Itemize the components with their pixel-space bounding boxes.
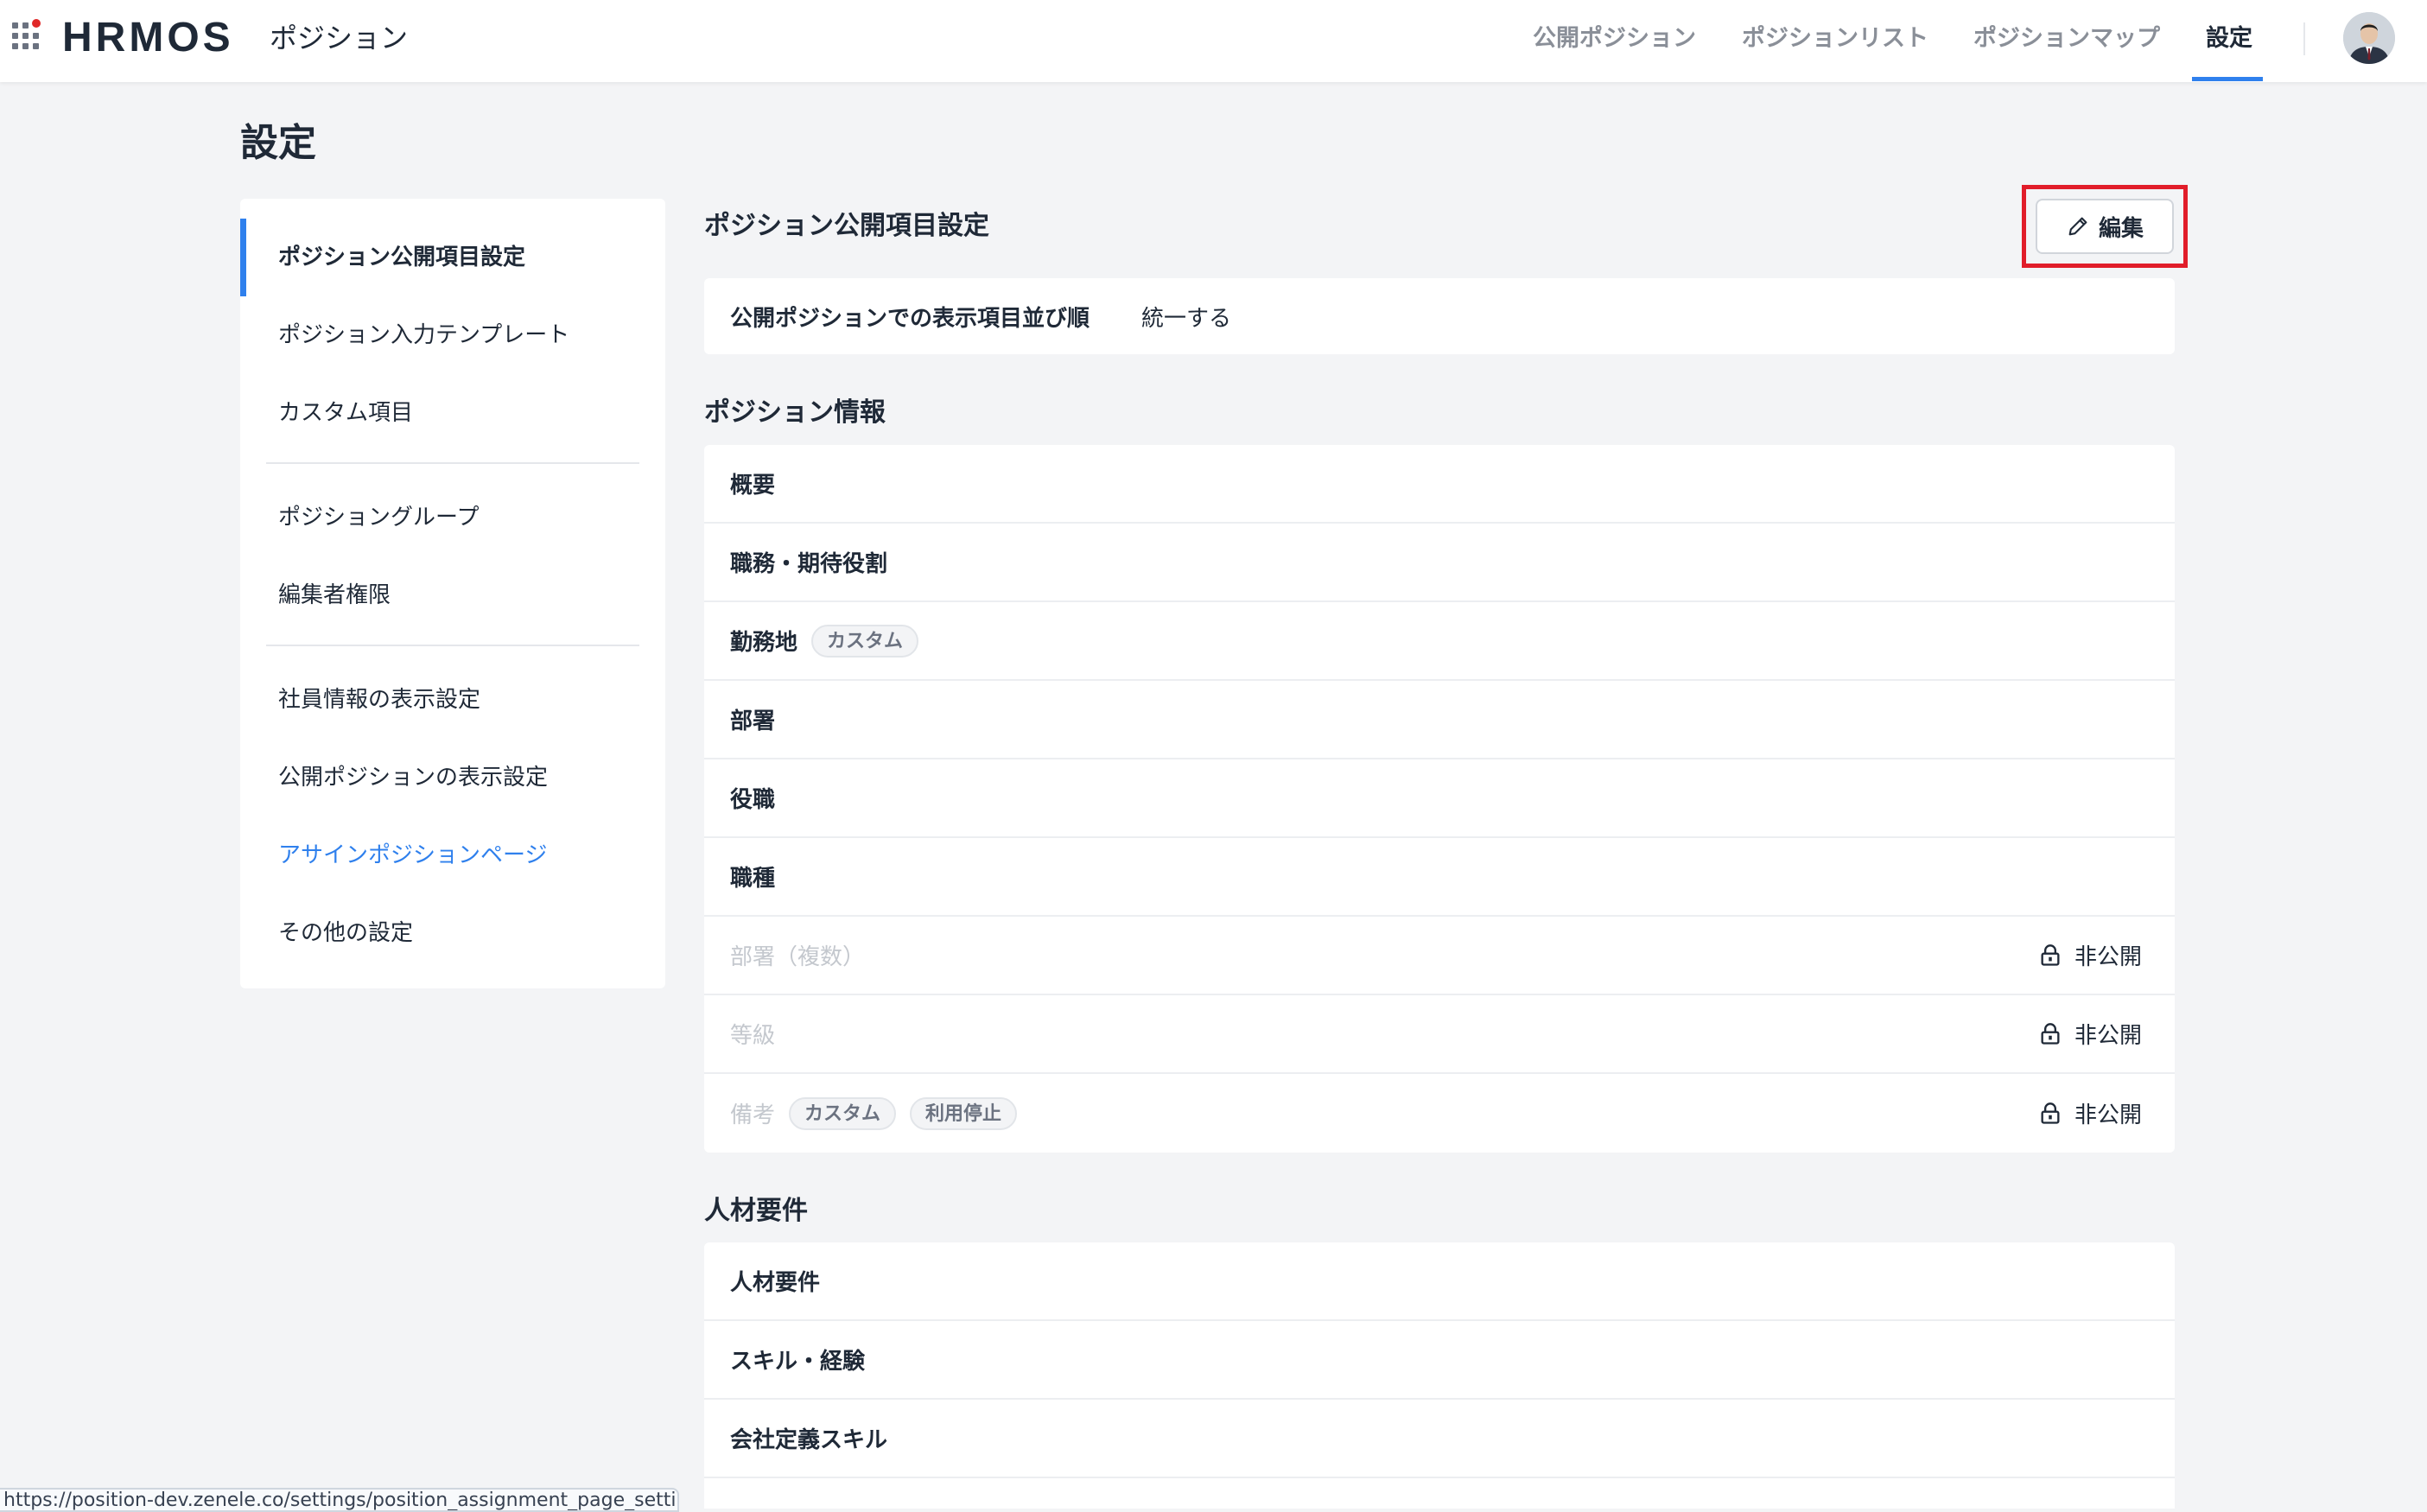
private-label: 非公開 [2074,1102,2142,1128]
sidebar-item-public-display[interactable]: 公開ポジションの表示設定 [278,760,548,795]
field-label: 職種 [730,866,776,892]
sidebar-item-custom-fields[interactable]: カスタム項目 [278,396,413,430]
settings-sidebar: ポジション公開項目設定 ポジション入力テンプレート カスタム項目 ポジショングル… [240,199,665,988]
field-label: 職務・期待役割 [730,551,888,577]
field-label: 役職 [730,787,776,813]
field-label: 部署（複数） [730,944,866,970]
field-label: 等級 [730,1023,776,1049]
field-row: 部署 [704,681,2175,759]
nav-position-list[interactable]: ポジションリスト [1742,0,1928,82]
field-row: 勤務地 カスタム [704,602,2175,681]
lock-icon [2041,1102,2060,1124]
nav-divider [2303,22,2305,55]
edit-button-label: 編集 [2098,215,2144,242]
field-label: 勤務地 [730,630,798,656]
position-info-panel: 概要 職務・期待役割 勤務地 カスタム 部署 役職 職種 部署（複数） 非公開 … [704,445,2175,1153]
field-row: 職務・期待役割 [704,524,2175,602]
order-setting-panel: 公開ポジションでの表示項目並び順 統一する [704,278,2175,354]
private-status: 非公開 [2038,1018,2142,1050]
user-avatar-icon [2343,12,2395,64]
sidebar-item-position-groups[interactable]: ポジショングループ [278,500,479,535]
field-label: 備考 [730,1102,776,1128]
discontinued-tag: 利用停止 [910,1096,1018,1130]
field-row: 人材要件 [704,1242,2175,1321]
custom-tag: カスタム [811,624,919,658]
nav-public-positions[interactable]: 公開ポジション [1533,0,1696,82]
sidebar-item-input-template[interactable]: ポジション入力テンプレート [278,318,569,353]
field-row: 等級 非公開 [704,995,2175,1074]
pencil-icon [2068,217,2087,236]
edit-button[interactable]: 編集 [2036,199,2174,254]
field-row: 部署（複数） 非公開 [704,917,2175,995]
lock-icon [2041,943,2060,966]
field-label: スキル・経験 [730,1349,866,1375]
lock-icon [2041,1022,2060,1045]
nav-settings[interactable]: 設定 [2206,0,2252,82]
private-label: 非公開 [2074,944,2142,970]
section-title-talent-requirements: 人材要件 [704,1196,808,1226]
field-row: 会社定義スキル [704,1400,2175,1478]
sidebar-item-other-settings[interactable]: その他の設定 [278,916,413,950]
top-bar: HRMOS ポジション 公開ポジション ポジションリスト ポジションマップ 設定 [0,0,2427,82]
private-status: 非公開 [2038,1097,2142,1129]
sidebar-divider [266,645,639,646]
private-label: 非公開 [2074,1023,2142,1049]
sidebar-item-public-fields[interactable]: ポジション公開項目設定 [278,240,525,275]
sidebar-item-employee-display[interactable]: 社員情報の表示設定 [278,683,480,717]
user-avatar[interactable] [2343,12,2395,64]
field-row: 職種 [704,838,2175,917]
sidebar-active-indicator [240,219,246,296]
sidebar-divider [266,462,639,464]
nav-active-indicator [2192,77,2263,81]
section-title-public-fields: ポジション公開項目設定 [704,211,989,241]
field-label: 会社定義スキル [730,1427,888,1453]
field-row: スキル・経験 [704,1321,2175,1400]
field-row: 概要 [704,445,2175,524]
section-title-position-info: ポジション情報 [704,397,886,428]
sidebar-item-assign-page[interactable]: アサインポジションページ [278,838,547,873]
field-row: 備考 カスタム 利用停止 非公開 [704,1074,2175,1153]
product-name: ポジション [270,22,409,54]
field-label: 概要 [730,473,776,499]
order-setting-value: 統一する [1141,305,1232,332]
sidebar-item-editor-permissions[interactable]: 編集者権限 [278,578,391,613]
page-title: 設定 [240,121,316,165]
hrmos-logo[interactable]: HRMOS [62,14,234,62]
app-grid-icon[interactable] [12,19,47,54]
field-row: 役職 [704,759,2175,838]
private-status: 非公開 [2038,939,2142,971]
order-setting-label: 公開ポジションでの表示項目並び順 [730,305,1090,332]
order-setting-row: 公開ポジションでの表示項目並び順 統一する [704,278,2175,354]
field-label: 人材要件 [730,1270,821,1296]
talent-requirements-panel: 人材要件 スキル・経験 会社定義スキル [704,1242,2175,1509]
custom-tag: カスタム [789,1096,897,1130]
nav-position-map[interactable]: ポジションマップ [1973,0,2160,82]
field-label: 部署 [730,708,776,734]
